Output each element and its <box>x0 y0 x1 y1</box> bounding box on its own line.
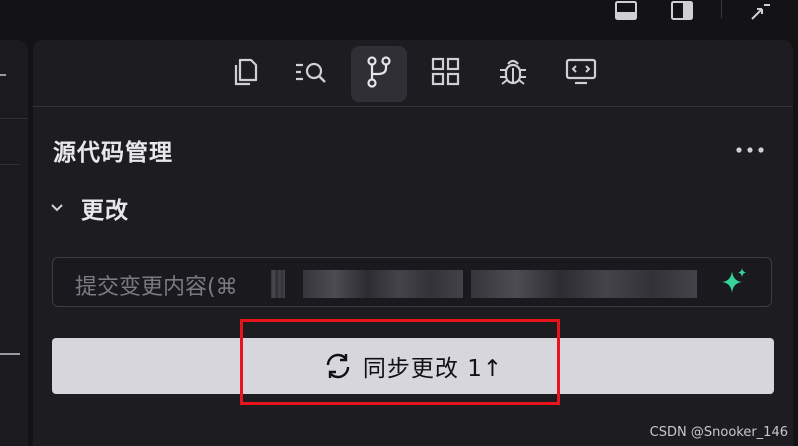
more-icon <box>735 139 765 158</box>
tab-search[interactable] <box>283 46 339 102</box>
commit-message-input[interactable]: 提交变更内容(⌘ <box>52 257 772 307</box>
more-actions-button[interactable] <box>733 136 767 160</box>
source-control-panel: 源代码管理 更改 提交变更内容(⌘ 同步更改 1↑ <box>33 40 793 446</box>
bug-icon <box>497 56 529 92</box>
left-side-panel <box>0 40 28 446</box>
git-branch-icon <box>364 55 394 93</box>
changes-section-header[interactable]: 更改 <box>47 190 129 226</box>
commit-placeholder-text: 提交变更内容(⌘ <box>75 275 238 300</box>
sync-button-label: 同步更改 1↑ <box>362 356 504 382</box>
ai-generate-button[interactable] <box>719 268 749 298</box>
monitor-code-icon <box>565 57 597 91</box>
activity-tab-bar <box>33 40 793 107</box>
tab-explorer[interactable] <box>217 46 273 102</box>
changes-section-label: 更改 <box>81 198 129 224</box>
tab-debug[interactable] <box>485 46 541 102</box>
grid-icon <box>431 57 461 91</box>
redacted-text <box>471 270 697 298</box>
title-bar-divider <box>721 0 722 18</box>
panel-title: 源代码管理 <box>53 140 173 166</box>
watermark: CSDN @Snooker_146 <box>649 425 788 440</box>
panel-right-icon[interactable] <box>668 0 696 22</box>
redacted-text <box>303 270 463 298</box>
sparkle-icon <box>720 267 748 299</box>
tab-source-control[interactable] <box>351 46 407 102</box>
title-bar <box>0 0 798 40</box>
sync-changes-button[interactable]: 同步更改 1↑ <box>52 338 774 394</box>
panel-bottom-icon[interactable] <box>612 0 640 22</box>
tab-remote[interactable] <box>553 46 609 102</box>
redacted-text <box>271 270 285 298</box>
tab-extensions[interactable] <box>418 46 474 102</box>
chevron-down-icon <box>47 198 67 218</box>
sync-icon <box>323 351 353 381</box>
search-list-icon <box>294 57 328 91</box>
minimize-window-icon[interactable] <box>746 0 774 22</box>
app-window: 源代码管理 更改 提交变更内容(⌘ 同步更改 1↑ CSDN @Snooker_… <box>0 0 798 446</box>
files-icon <box>231 57 259 91</box>
